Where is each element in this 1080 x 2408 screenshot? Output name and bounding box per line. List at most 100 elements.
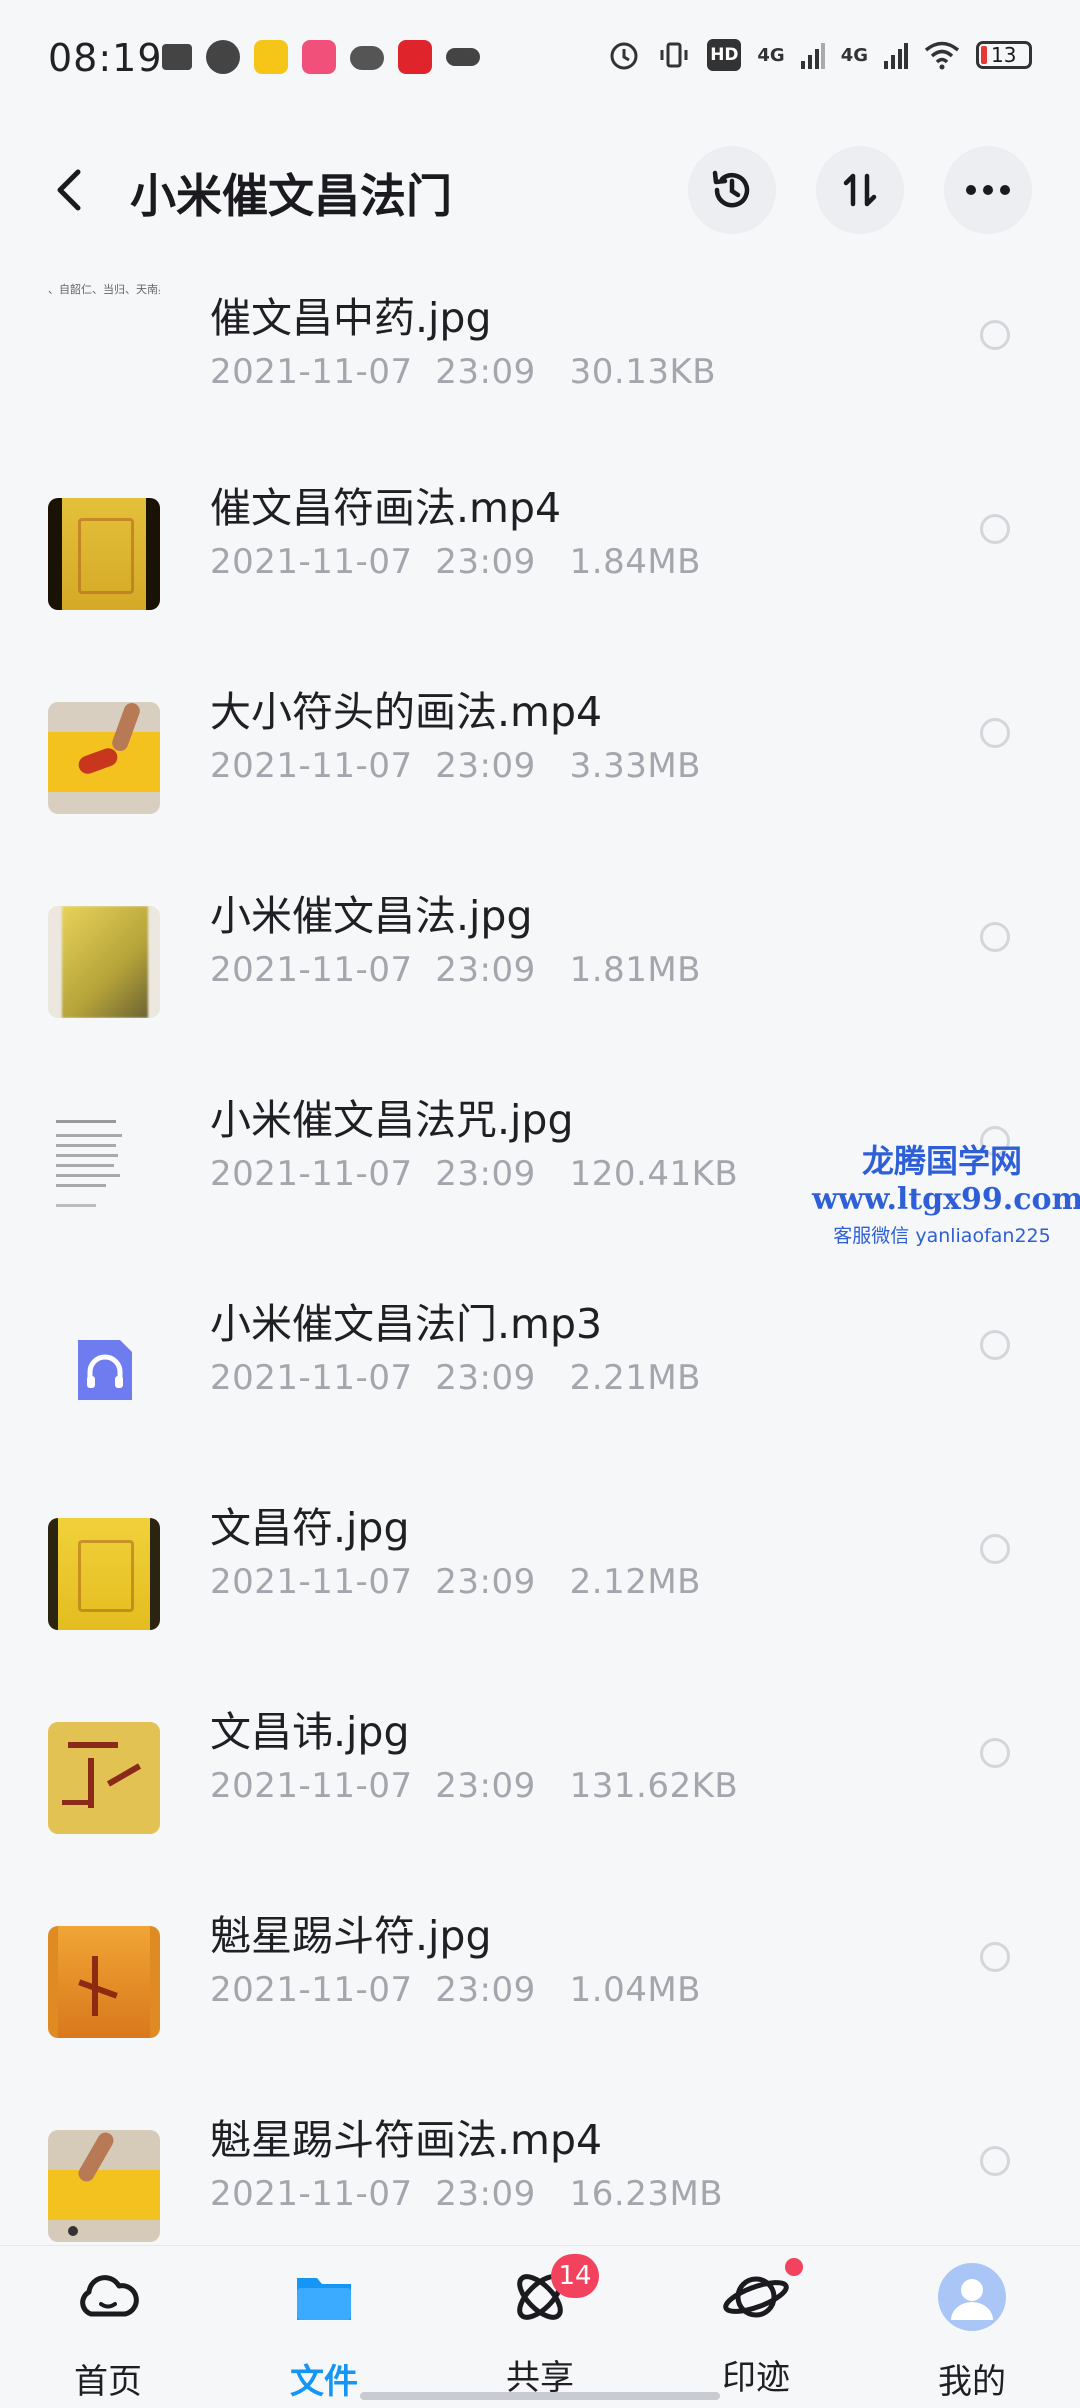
- notification-icons: [162, 40, 480, 74]
- file-name: 小米催文昌法咒.jpg: [210, 1096, 574, 1144]
- vibrate-icon: [660, 42, 688, 68]
- audio-file-thumbnail: [48, 1314, 160, 1426]
- nav-files[interactable]: 文件: [264, 2262, 384, 2402]
- bull-app-icon: [162, 44, 192, 70]
- game-app-icon: [254, 40, 288, 74]
- file-row[interactable]: 、自韶仁、当归、天南星 催文昌中药.jpg 2021-11-07 23:09 3…: [0, 250, 1080, 438]
- watermark-title: 龙腾国学网: [861, 1142, 1022, 1180]
- image-thumbnail: [48, 1722, 160, 1834]
- signal-2-icon: [884, 43, 908, 69]
- avatar-icon: [938, 2263, 1006, 2331]
- file-meta: 2021-11-07 23:09 2.12MB: [210, 1562, 702, 1602]
- file-meta: 2021-11-07 23:09 120.41KB: [210, 1154, 739, 1194]
- file-meta: 2021-11-07 23:09 1.81MB: [210, 950, 702, 990]
- select-radio[interactable]: [980, 1738, 1010, 1768]
- file-name: 魁星踢斗符.jpg: [210, 1912, 492, 1960]
- file-list: 、自韶仁、当归、天南星 催文昌中药.jpg 2021-11-07 23:09 3…: [0, 250, 1080, 2274]
- watermark: 龙腾国学网 www.ltgx99.com 客服微信 yanliaofan225: [812, 1136, 1080, 1248]
- file-row[interactable]: 文昌讳.jpg 2021-11-07 23:09 131.62KB: [0, 1662, 1080, 1866]
- select-radio[interactable]: [980, 1534, 1010, 1564]
- file-name: 催文昌中药.jpg: [210, 294, 492, 342]
- headphones-icon: [78, 1340, 132, 1400]
- gauge-app-icon: [206, 40, 240, 74]
- select-radio[interactable]: [980, 922, 1010, 952]
- history-button[interactable]: [688, 146, 776, 234]
- file-row[interactable]: 魁星踢斗符画法.mp4 2021-11-07 23:09 16.23MB: [0, 2070, 1080, 2274]
- file-row[interactable]: 文昌符.jpg 2021-11-07 23:09 2.12MB: [0, 1458, 1080, 1662]
- nav-label: 首页: [74, 2362, 142, 2402]
- history-icon: [712, 170, 750, 208]
- network-4g-1: 4G: [757, 44, 785, 66]
- file-name: 催文昌符画法.mp4: [210, 484, 562, 532]
- nav-traces[interactable]: 印迹: [696, 2258, 816, 2402]
- file-meta: 2021-11-07 23:09 16.23MB: [210, 2174, 724, 2214]
- file-row[interactable]: 魁星踢斗符.jpg 2021-11-07 23:09 1.04MB: [0, 1866, 1080, 2070]
- dragon-app-icon: [446, 48, 480, 66]
- battery-level: 13: [991, 43, 1017, 67]
- file-name: 文昌讳.jpg: [210, 1708, 410, 1756]
- select-radio[interactable]: [980, 2146, 1010, 2176]
- file-name: 魁星踢斗符画法.mp4: [210, 2116, 603, 2164]
- video-thumbnail: [48, 498, 160, 610]
- sort-button[interactable]: [816, 146, 904, 234]
- top-app-bar: 小米催文昌法门: [0, 140, 1080, 240]
- cloud-icon: [80, 2275, 139, 2317]
- status-time: 08:19: [48, 36, 163, 80]
- select-radio[interactable]: [980, 1942, 1010, 1972]
- nav-profile[interactable]: 我的: [912, 2262, 1032, 2402]
- video-thumbnail: [48, 702, 160, 814]
- image-thumbnail: [48, 1110, 160, 1222]
- video-thumbnail: [48, 2130, 160, 2242]
- image-thumbnail: [48, 906, 160, 1018]
- select-radio[interactable]: [980, 718, 1010, 748]
- file-name: 文昌符.jpg: [210, 1504, 410, 1552]
- nav-home[interactable]: 首页: [48, 2262, 168, 2402]
- folder-icon: [297, 2278, 351, 2320]
- file-name: 小米催文昌法.jpg: [210, 892, 533, 940]
- file-meta: 2021-11-07 23:09 2.21MB: [210, 1358, 702, 1398]
- file-row[interactable]: 小米催文昌法.jpg 2021-11-07 23:09 1.81MB: [0, 846, 1080, 1050]
- signal-1-icon: [800, 43, 825, 69]
- file-meta: 2021-11-07 23:09 30.13KB: [210, 352, 717, 392]
- nav-label: 我的: [938, 2362, 1006, 2402]
- file-name: 小米催文昌法门.mp3: [210, 1300, 603, 1348]
- file-row[interactable]: 小米催文昌法门.mp3 2021-11-07 23:09 2.21MB: [0, 1254, 1080, 1458]
- more-icon: [966, 185, 1010, 195]
- sort-icon: [843, 173, 877, 207]
- planet-icon: [723, 2276, 789, 2318]
- file-meta: 2021-11-07 23:09 131.62KB: [210, 1766, 739, 1806]
- select-radio[interactable]: [980, 320, 1010, 350]
- watermark-contact: 客服微信 yanliaofan225: [833, 1225, 1051, 1247]
- notification-dot: [785, 2258, 803, 2276]
- battery-indicator: 13: [976, 41, 1032, 69]
- file-thumbnail: 、自韶仁、当归、天南星: [48, 278, 160, 318]
- nav-share-icon-wrap: 14: [505, 2254, 599, 2332]
- image-thumbnail: [48, 1926, 160, 2038]
- file-name: 大小符头的画法.mp4: [210, 688, 603, 736]
- news-app-icon: [398, 40, 432, 74]
- alarm-icon: [610, 42, 638, 70]
- status-bar: 08:19 HD 4G 4G 13: [0, 0, 1080, 120]
- file-row[interactable]: 催文昌符画法.mp4 2021-11-07 23:09 1.84MB: [0, 438, 1080, 642]
- watermark-url: www.ltgx99.com: [812, 1182, 1080, 1217]
- file-meta: 2021-11-07 23:09 3.33MB: [210, 746, 702, 786]
- network-4g-2: 4G: [840, 44, 868, 66]
- bottom-navigation: 首页 文件 14 共享 印迹 我的: [0, 2245, 1080, 2408]
- file-meta: 2021-11-07 23:09 1.04MB: [210, 1970, 702, 2010]
- file-row[interactable]: 大小符头的画法.mp4 2021-11-07 23:09 3.33MB: [0, 642, 1080, 846]
- image-thumbnail: [48, 1518, 160, 1630]
- page-title: 小米催文昌法门: [130, 169, 452, 223]
- nav-share[interactable]: 14 共享: [480, 2254, 600, 2402]
- home-indicator[interactable]: [360, 2392, 720, 2400]
- cloud-app-icon: [350, 46, 384, 70]
- wifi-icon: [924, 41, 960, 70]
- thumbnail-text: 、自韶仁、当归、天南星: [48, 283, 160, 296]
- file-meta: 2021-11-07 23:09 1.84MB: [210, 542, 702, 582]
- more-button[interactable]: [944, 146, 1032, 234]
- nav-traces-icon-wrap: [721, 2258, 803, 2332]
- select-radio[interactable]: [980, 1330, 1010, 1360]
- shopping-app-icon: [302, 40, 336, 74]
- hd-icon: HD: [707, 39, 742, 71]
- select-radio[interactable]: [980, 514, 1010, 544]
- back-arrow-icon[interactable]: [44, 164, 94, 216]
